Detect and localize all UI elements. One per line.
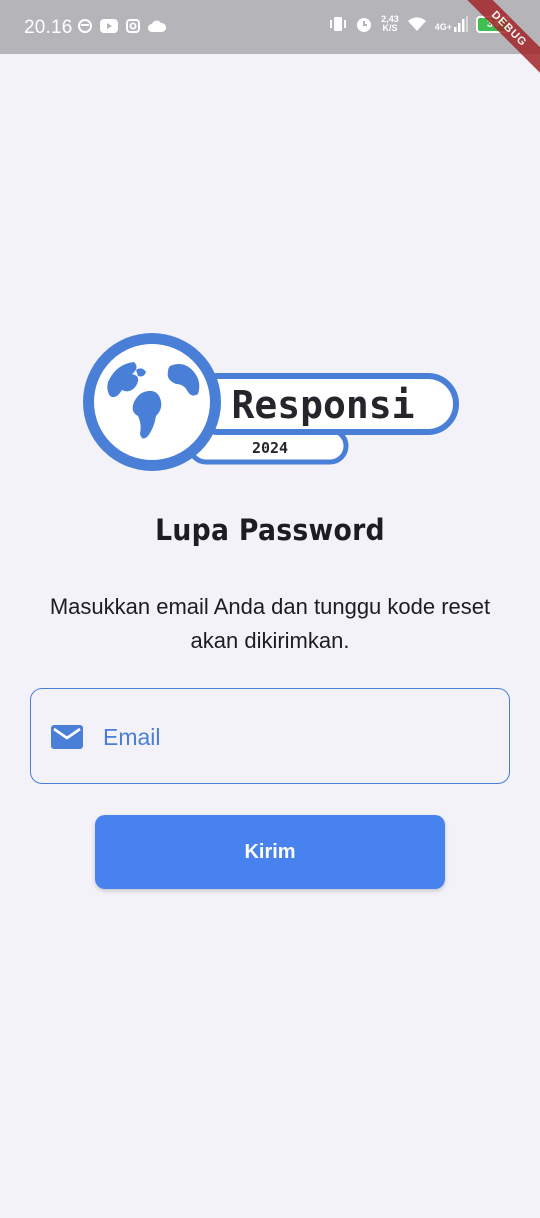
page-title: Lupa Password [155, 513, 385, 547]
app-notification-icon [78, 19, 92, 33]
instagram-icon [126, 19, 140, 33]
email-input[interactable] [103, 717, 493, 757]
wifi-icon [407, 17, 426, 31]
network-type: 4G+ [434, 22, 452, 32]
cloud-icon [148, 20, 166, 32]
logo-year: 2024 [252, 439, 288, 457]
system-icons: 2,43 K/S 4G+ 34 [329, 15, 510, 33]
signal-icon [454, 16, 468, 32]
debug-banner: DEBUG [456, 0, 540, 82]
status-bar: 20.16 2,43 K/S 4G+ 34 DEBUG [0, 0, 540, 82]
alarm-icon [357, 18, 372, 32]
network-speed: 2,43 K/S [381, 15, 399, 33]
mail-icon [51, 725, 83, 749]
vibrate-icon [330, 17, 347, 31]
logo-wordmark: Responsi [231, 383, 414, 427]
send-button[interactable]: Kirim [95, 815, 445, 889]
status-time: 20.16 [24, 17, 73, 38]
youtube-icon [100, 19, 118, 33]
network-speed-unit: K/S [382, 23, 398, 33]
email-field[interactable] [30, 688, 510, 784]
notification-icons [78, 19, 166, 33]
responsi-logo: Responsi 2024 [83, 333, 459, 471]
cell-signal: 4G+ [435, 16, 468, 32]
instruction-text: Masukkan email Anda dan tunggu kode rese… [49, 594, 491, 653]
